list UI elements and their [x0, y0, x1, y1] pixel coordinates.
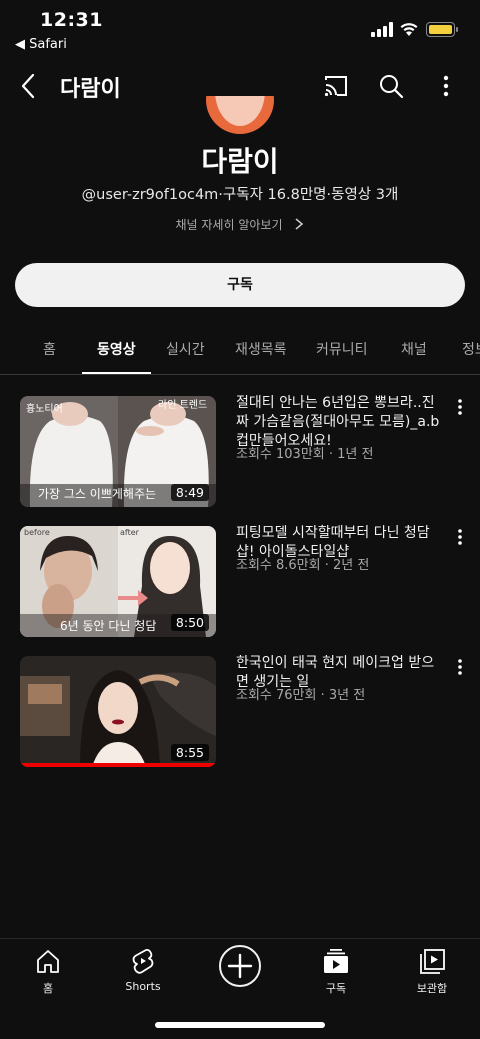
video-duration: 8:50 — [170, 614, 209, 631]
video-duration: 8:55 — [170, 744, 209, 761]
svg-text:before: before — [24, 528, 50, 537]
video-item[interactable]: 가장 그스 이쁘게해주는 흉노티어 라인 트렌드 8:49 절대티 안나는 6년… — [20, 395, 468, 508]
home-indicator[interactable] — [155, 1022, 325, 1028]
search-icon[interactable] — [377, 72, 405, 100]
nav-shorts-label: Shorts — [125, 980, 161, 993]
status-time: 12:31 — [40, 9, 103, 31]
video-meta: 조회수 76만회 · 3년 전 — [236, 688, 366, 703]
create-plus-icon — [227, 953, 253, 979]
video-thumbnail[interactable]: 6년 동안 다닌 청담 before after 8:50 — [20, 526, 216, 637]
channel-about-link[interactable]: 채널 자세히 알아보기 — [0, 216, 480, 233]
library-icon — [420, 949, 445, 974]
video-duration: 8:49 — [170, 484, 209, 501]
video-thumbnail[interactable]: 8:55 — [20, 656, 216, 767]
create-button[interactable] — [219, 945, 261, 987]
tab-community[interactable]: 커뮤니티 — [316, 339, 368, 359]
subscriptions-icon — [324, 949, 348, 973]
tab-about[interactable]: 정보 — [462, 339, 480, 359]
nav-subscriptions[interactable]: 구독 — [301, 947, 371, 996]
back-icon[interactable] — [15, 72, 43, 100]
channel-meta: @user-zr9of1oc4m·구독자 16.8만명·동영상 3개 — [81, 187, 399, 203]
video-item[interactable]: 6년 동안 다닌 청담 before after 8:50 피팅모델 시작할때부… — [20, 525, 468, 638]
video-meta: 조회수 103만회 · 1년 전 — [236, 447, 374, 462]
video-thumbnail[interactable]: 가장 그스 이쁘게해주는 흉노티어 라인 트렌드 8:49 — [20, 396, 216, 507]
channel-tabs: 홈 동영상 실시간 재생목록 커뮤니티 채널 정보 — [0, 325, 480, 375]
nav-library[interactable]: 보관함 — [397, 947, 467, 996]
chevron-right-icon — [295, 218, 303, 230]
video-more-icon[interactable] — [452, 398, 468, 416]
svg-text:after: after — [120, 528, 140, 537]
tab-videos[interactable]: 동영상 — [97, 339, 136, 359]
tab-playlists[interactable]: 재생목록 — [235, 339, 287, 359]
back-to-safari-link[interactable]: ◀ Safari — [15, 37, 67, 52]
page-title: 다람이 — [60, 77, 121, 102]
status-bar: 12:31 ◀ Safari — [0, 0, 480, 60]
wifi-icon — [400, 23, 418, 36]
channel-about-label: 채널 자세히 알아보기 — [175, 218, 283, 232]
active-tab-indicator — [82, 372, 151, 374]
video-more-icon[interactable] — [452, 658, 468, 676]
svg-text:가장 그스 이쁘게해주는: 가장 그스 이쁘게해주는 — [38, 487, 156, 501]
cast-icon[interactable] — [322, 72, 350, 100]
video-more-icon[interactable] — [452, 528, 468, 546]
channel-avatar[interactable] — [206, 96, 274, 134]
nav-library-label: 보관함 — [416, 982, 448, 995]
nav-home-label: 홈 — [42, 982, 54, 995]
svg-text:흉노티어: 흉노티어 — [26, 402, 63, 415]
svg-text:라인 트렌드: 라인 트렌드 — [158, 399, 207, 411]
video-meta: 조회수 8.6만회 · 2년 전 — [236, 558, 370, 573]
nav-home[interactable]: 홈 — [13, 947, 83, 996]
home-icon — [37, 950, 59, 973]
tab-live[interactable]: 실시간 — [166, 339, 205, 359]
battery-icon — [426, 22, 458, 37]
shorts-icon — [132, 949, 154, 974]
tab-channels[interactable]: 채널 — [401, 339, 427, 359]
tab-home[interactable]: 홈 — [43, 339, 56, 359]
channel-name: 다람이 — [201, 145, 279, 178]
video-item[interactable]: 8:55 한국인이 태국 현지 메이크업 받으면 생기는 일 조회수 76만회 … — [20, 655, 468, 768]
subscribe-button[interactable]: 구독 — [15, 263, 465, 307]
nav-shorts[interactable]: Shorts — [108, 947, 178, 993]
more-vertical-icon[interactable] — [432, 72, 460, 100]
cellular-signal-icon — [371, 22, 393, 37]
svg-text:6년 동안 다닌 청담: 6년 동안 다닌 청담 — [60, 619, 156, 633]
nav-subscriptions-label: 구독 — [325, 982, 347, 995]
